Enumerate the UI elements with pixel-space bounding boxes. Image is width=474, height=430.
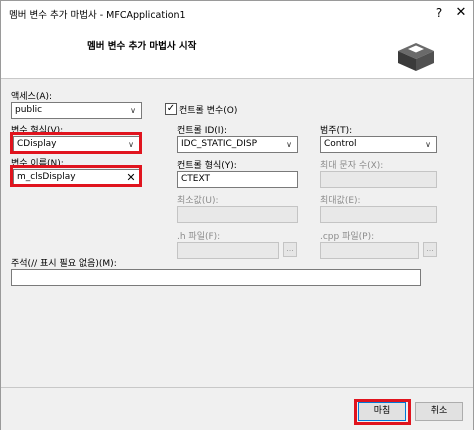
control-type-value: CTEXT xyxy=(181,174,210,184)
dialog-footer: 마침 취소 xyxy=(1,387,473,430)
help-button[interactable]: ? xyxy=(430,3,448,23)
control-id-label: 컨트롤 ID(I): xyxy=(177,126,227,136)
access-value: public xyxy=(15,105,43,115)
cpp-file-browse-button[interactable]: ... xyxy=(423,242,437,257)
var-name-highlight xyxy=(10,165,142,187)
finish-highlight xyxy=(354,399,411,425)
var-type-highlight xyxy=(10,132,142,154)
h-file-input[interactable] xyxy=(177,242,279,259)
access-select[interactable]: public ∨ xyxy=(11,102,142,119)
access-label: 액세스(A): xyxy=(11,92,53,102)
control-id-value: IDC_STATIC_DISP xyxy=(181,139,257,149)
wizard-box-icon xyxy=(398,43,434,71)
max-value-input[interactable] xyxy=(320,206,437,223)
comment-label: 주석(// 표시 필요 없음)(M): xyxy=(11,259,117,269)
max-chars-input[interactable] xyxy=(320,171,437,188)
cpp-file-label: .cpp 파일(P): xyxy=(320,232,375,242)
category-value: Control xyxy=(324,139,357,149)
window-title: 멤버 변수 추가 마법사 - MFCApplication1 xyxy=(9,10,186,21)
min-value-input[interactable] xyxy=(177,206,298,223)
control-var-checkbox[interactable]: ✓ xyxy=(165,103,177,115)
chevron-down-icon: ∨ xyxy=(425,140,431,149)
category-select[interactable]: Control ∨ xyxy=(320,136,437,153)
chevron-down-icon: ∨ xyxy=(286,140,292,149)
cpp-file-input[interactable] xyxy=(320,242,419,259)
control-type-input[interactable]: CTEXT xyxy=(177,171,298,188)
h-file-browse-button[interactable]: ... xyxy=(283,242,297,257)
title-bar[interactable]: 멤버 변수 추가 마법사 - MFCApplication1 ? ✕ xyxy=(1,1,473,25)
control-var-label: 컨트롤 변수(O) xyxy=(179,106,238,116)
cancel-button[interactable]: 취소 xyxy=(415,402,463,421)
header-title: 멤버 변수 추가 마법사 시작 xyxy=(87,41,197,52)
control-type-label: 컨트롤 형식(Y): xyxy=(177,161,237,171)
comment-input[interactable] xyxy=(11,269,421,286)
max-chars-label: 최대 문자 수(X): xyxy=(320,161,384,171)
control-id-select[interactable]: IDC_STATIC_DISP ∨ xyxy=(177,136,298,153)
h-file-label: .h 파일(F): xyxy=(177,232,221,242)
max-value-label: 최대값(E): xyxy=(320,196,361,206)
chevron-down-icon: ∨ xyxy=(130,106,136,115)
min-value-label: 최소값(U): xyxy=(177,196,219,206)
category-label: 범주(T): xyxy=(320,126,353,136)
close-button[interactable]: ✕ xyxy=(452,3,470,23)
wizard-header: 멤버 변수 추가 마법사 시작 xyxy=(1,25,473,79)
wizard-dialog: 멤버 변수 추가 마법사 - MFCApplication1 ? ✕ 멤버 변수… xyxy=(0,0,474,430)
